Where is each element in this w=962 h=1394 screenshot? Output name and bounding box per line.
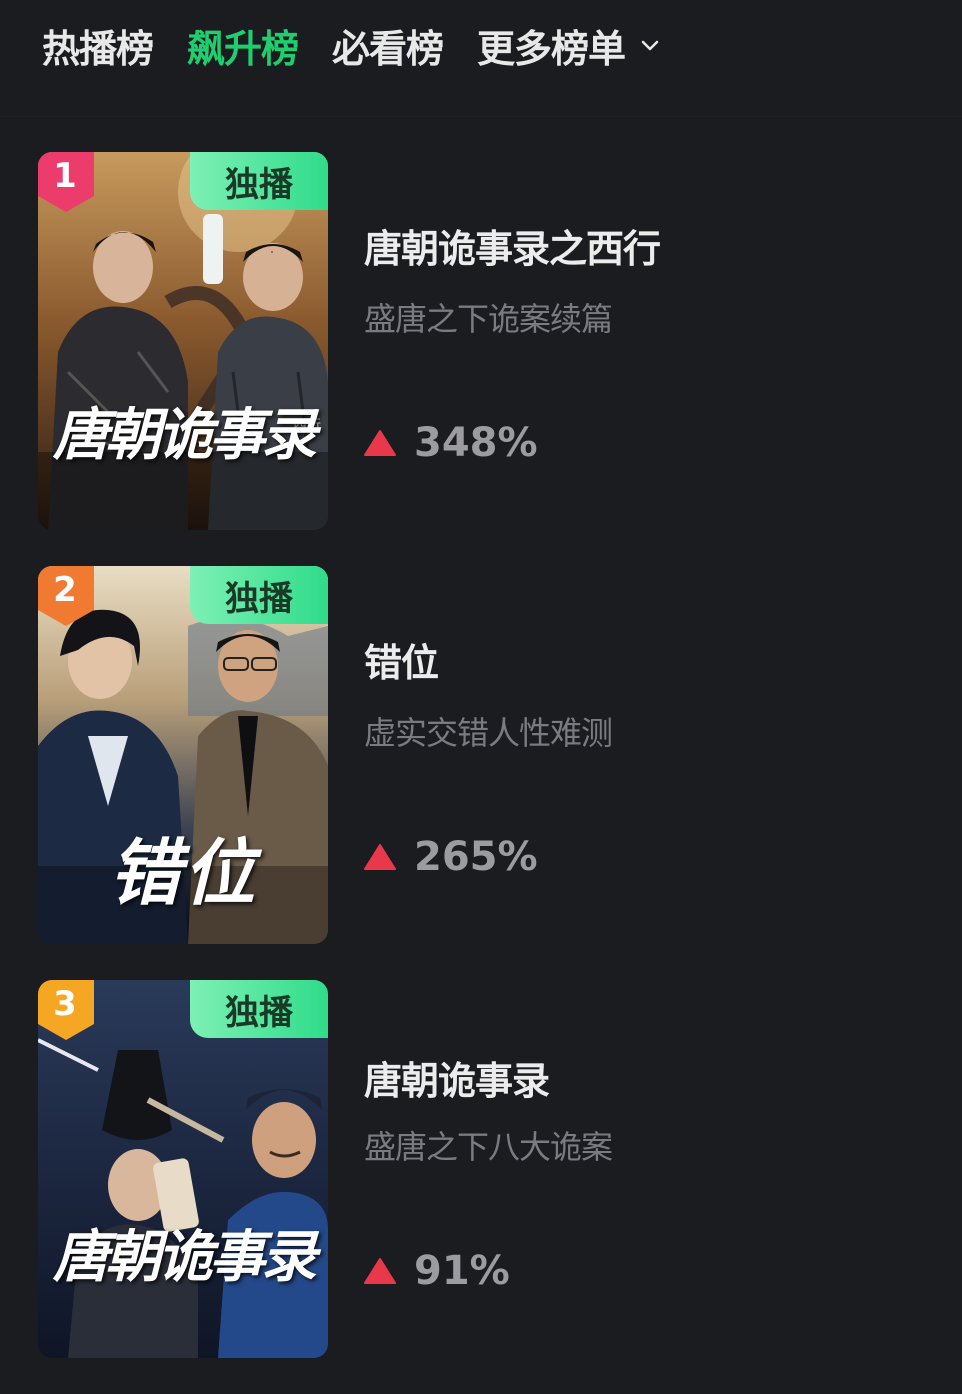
rank-number: 2 — [53, 570, 77, 610]
trend-up-icon — [364, 430, 396, 456]
ranking-list: 西行 唐朝诡事录 1 独播 唐朝诡事录之西行 盛唐之下诡案续篇 348% 错位 … — [0, 152, 962, 1394]
tabs-divider — [0, 116, 962, 117]
show-subtitle: 盛唐之下诡案续篇 — [364, 300, 613, 338]
chart-tabs: 热播榜 飙升榜 必看榜 更多榜单 — [0, 0, 962, 90]
poster-image[interactable]: 唐朝诡事录 3 独播 — [38, 980, 328, 1358]
tab-rising[interactable]: 飙升榜 — [187, 18, 299, 73]
poster-title-text: 唐朝诡事录 — [53, 1224, 317, 1290]
tab-more-charts[interactable]: 更多榜单 — [477, 18, 661, 73]
rank-badge: 1 — [38, 152, 96, 212]
show-subtitle: 虚实交错人性难测 — [364, 714, 613, 752]
growth-value: 348% — [414, 420, 538, 466]
growth-indicator: 348% — [364, 420, 538, 466]
trend-up-icon — [364, 1258, 396, 1284]
rank-number: 3 — [53, 984, 77, 1024]
rank-badge: 3 — [38, 980, 96, 1040]
exclusive-badge: 独播 — [190, 152, 328, 210]
poster-title-text: 唐朝诡事录 — [53, 402, 317, 468]
exclusive-badge: 独播 — [190, 566, 328, 624]
rank-badge: 2 — [38, 566, 96, 626]
trend-up-icon — [364, 844, 396, 870]
poster-image[interactable]: 错位 2 独播 — [38, 566, 328, 944]
tab-must-watch[interactable]: 必看榜 — [332, 18, 444, 73]
list-item[interactable]: 唐朝诡事录 3 独播 唐朝诡事录 盛唐之下八大诡案 91% — [0, 980, 962, 1358]
exclusive-badge: 独播 — [190, 980, 328, 1038]
growth-indicator: 265% — [364, 834, 538, 880]
growth-value: 91% — [414, 1248, 510, 1294]
chevron-down-icon — [641, 40, 659, 51]
show-subtitle: 盛唐之下八大诡案 — [364, 1128, 613, 1166]
tab-hot[interactable]: 热播榜 — [42, 18, 154, 73]
list-item[interactable]: 西行 唐朝诡事录 1 独播 唐朝诡事录之西行 盛唐之下诡案续篇 348% — [0, 152, 962, 530]
show-title[interactable]: 唐朝诡事录之西行 — [364, 218, 661, 273]
show-title[interactable]: 唐朝诡事录 — [364, 1050, 550, 1105]
growth-value: 265% — [414, 834, 538, 880]
list-item[interactable]: 错位 2 独播 错位 虚实交错人性难测 265% — [0, 566, 962, 944]
show-title[interactable]: 错位 — [364, 632, 439, 687]
rank-number: 1 — [53, 156, 77, 196]
tab-more-label: 更多榜单 — [477, 26, 626, 71]
poster-image[interactable]: 西行 唐朝诡事录 1 独播 — [38, 152, 328, 530]
growth-indicator: 91% — [364, 1248, 510, 1294]
poster-title-text: 错位 — [108, 830, 257, 915]
